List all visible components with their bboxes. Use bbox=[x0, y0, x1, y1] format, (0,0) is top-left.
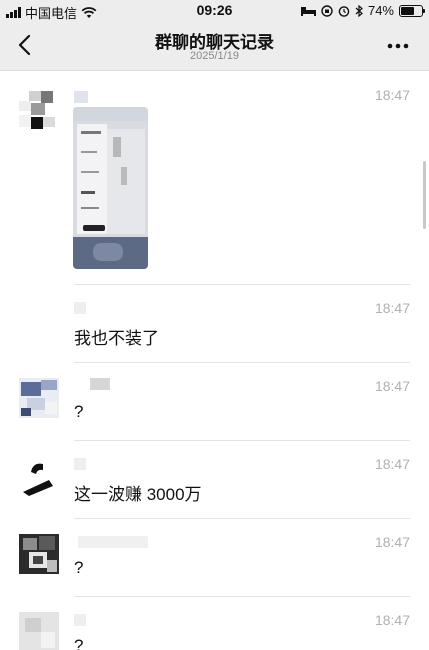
sender-name bbox=[74, 302, 86, 314]
status-right: 74% bbox=[300, 3, 425, 18]
bluetooth-icon bbox=[355, 4, 363, 17]
status-bar: 中国电信 09:26 74% bbox=[0, 0, 429, 22]
orientation-lock-icon bbox=[321, 4, 333, 17]
message-time: 18:47 bbox=[374, 534, 410, 550]
divider bbox=[74, 518, 410, 519]
divider bbox=[74, 284, 410, 285]
message-text: 这一波赚 3000万 bbox=[74, 485, 202, 504]
chat-record-list[interactable]: 18:47 18:47 我也不装了 18:47 ? 18:47 这一波赚 300… bbox=[0, 71, 429, 650]
scrollbar[interactable] bbox=[423, 161, 426, 229]
nav-bar: 群聊的聊天记录 2025/1/19 bbox=[0, 22, 429, 71]
list-item: 18:47 ? bbox=[0, 520, 429, 598]
battery-icon bbox=[399, 4, 425, 17]
list-item: 18:47 ? bbox=[0, 598, 429, 650]
message-time: 18:47 bbox=[374, 87, 410, 103]
more-dots-icon[interactable] bbox=[385, 36, 411, 56]
message-time: 18:47 bbox=[374, 378, 410, 394]
list-item: 18:47 ? bbox=[0, 364, 429, 442]
sender-name bbox=[90, 378, 110, 390]
page-subtitle: 2025/1/19 bbox=[190, 50, 239, 62]
alarm-icon bbox=[338, 5, 350, 17]
avatar[interactable] bbox=[19, 91, 59, 131]
battery-percent: 74% bbox=[367, 3, 394, 18]
message-time: 18:47 bbox=[374, 300, 410, 316]
sender-name bbox=[74, 614, 86, 626]
list-item: 18:47 这一波赚 3000万 bbox=[0, 442, 429, 520]
divider bbox=[74, 362, 410, 363]
sender-name bbox=[78, 536, 148, 548]
avatar[interactable] bbox=[19, 378, 59, 418]
sender-name bbox=[74, 458, 86, 470]
message-text: ? bbox=[74, 636, 84, 650]
bed-icon bbox=[300, 6, 316, 16]
avatar[interactable] bbox=[19, 612, 59, 650]
list-item: 18:47 我也不装了 bbox=[0, 286, 429, 364]
avatar[interactable] bbox=[19, 534, 59, 574]
sender-name bbox=[74, 91, 88, 103]
message-time: 18:47 bbox=[374, 456, 410, 472]
list-item: 18:47 bbox=[0, 71, 429, 286]
message-text: 我也不装了 bbox=[74, 329, 159, 348]
divider bbox=[74, 596, 410, 597]
message-text: ? bbox=[74, 558, 84, 577]
message-time: 18:47 bbox=[374, 612, 410, 628]
divider bbox=[74, 440, 410, 441]
avatar[interactable] bbox=[19, 456, 59, 496]
message-text: ? bbox=[74, 402, 84, 421]
screenshot-image[interactable] bbox=[73, 107, 148, 269]
